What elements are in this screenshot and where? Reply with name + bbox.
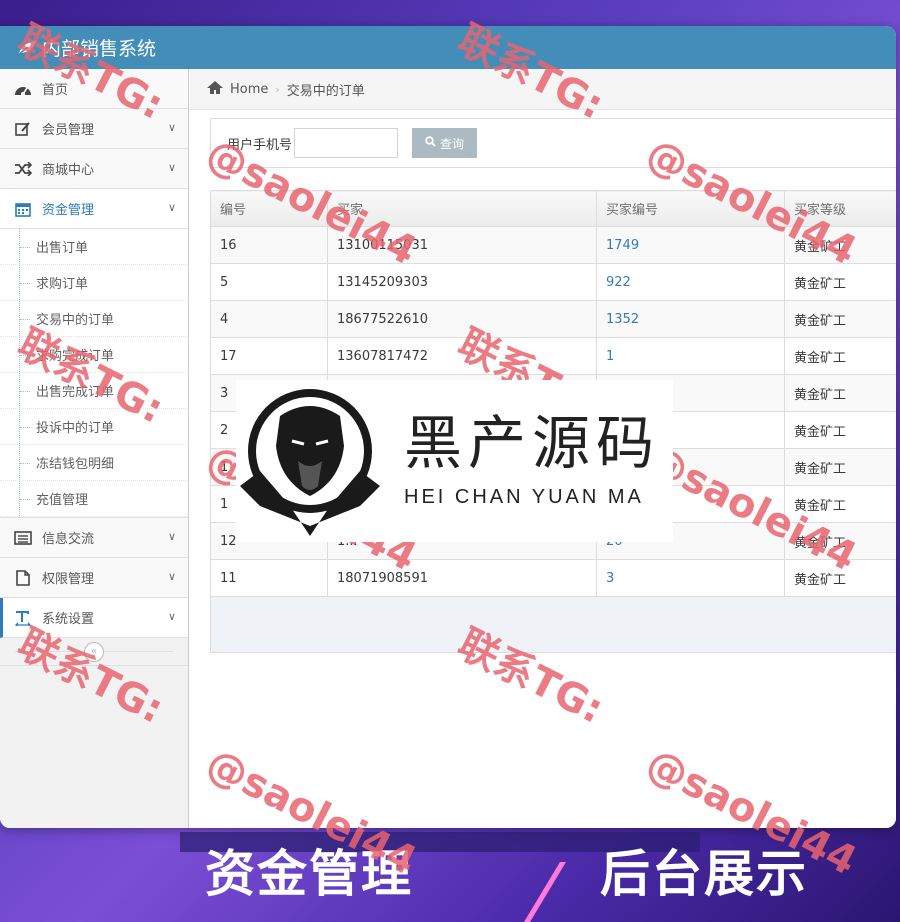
sidebar-item-home[interactable]: 首页 [0, 69, 188, 109]
search-icon [425, 136, 436, 150]
table-header-row: 编号 买家 买家编号 买家等级 [210, 190, 896, 227]
shuffle-icon [12, 160, 34, 178]
cell-buyer-id[interactable]: 922 [596, 263, 785, 301]
dashboard-icon [12, 80, 34, 98]
chevron-down-icon: ∨ [167, 161, 176, 174]
phone-field-label: 用户手机号 [227, 137, 293, 153]
footer-title-left: 资金管理 [205, 845, 413, 903]
app-title[interactable]: 内部销售系统 [42, 34, 156, 61]
double-chevron-left-icon: « [84, 641, 104, 662]
cell-id: 4 [210, 300, 328, 338]
breadcrumb: Home › 交易中的订单 [190, 69, 896, 110]
slash-decoration [524, 862, 566, 922]
column-header-buyer-id[interactable]: 买家编号 [596, 190, 785, 227]
cell-buyer-id[interactable]: 3 [596, 559, 785, 597]
chevron-down-icon: ∨ [167, 610, 176, 623]
sidebar-item-label: 商城中心 [42, 163, 95, 178]
text-width-icon [12, 609, 34, 627]
chevron-down-icon: ∨ [167, 121, 176, 134]
sidebar: 首页 会员管理 ∨ 商城中心 ∨ 资金管理 ∨ 出售订单 求购订单 交易中的订单… [0, 69, 189, 828]
cell-buyer-level: 黄金矿工 [784, 374, 896, 412]
table-row: 11 18071908591 3 黄金矿工 [210, 559, 896, 597]
submenu-sell-completed[interactable]: 出售完成订单 [0, 373, 188, 409]
cell-id: 16 [210, 226, 328, 264]
cell-buyer: 18071908591 [327, 559, 597, 597]
sidebar-item-messages[interactable]: 信息交流 ∨ [0, 518, 188, 558]
submenu-sell-orders[interactable]: 出售订单 [0, 229, 188, 265]
table-row: 17 13607817472 1 黄金矿工 [210, 337, 896, 375]
cell-buyer: 13100115031 [327, 226, 597, 264]
chevron-down-icon: ∨ [167, 201, 176, 214]
breadcrumb-separator-icon: › [275, 82, 280, 96]
cell-buyer-level: 黄金矿工 [784, 411, 896, 449]
search-button-label: 查询 [440, 136, 465, 151]
cell-buyer-level: 黄金矿工 [784, 522, 896, 560]
cell-buyer-id[interactable]: 1749 [596, 226, 785, 264]
cell-buyer-level: 黄金矿工 [784, 337, 896, 375]
table-footer [210, 597, 896, 653]
sidebar-item-label: 资金管理 [42, 203, 95, 218]
cell-buyer: 18677522610 [327, 300, 597, 338]
table-row: 16 13100115031 1749 黄金矿工 [210, 226, 896, 264]
warrior-emblem-icon [240, 389, 380, 536]
footer-title-right: 后台展示 [600, 845, 808, 903]
chevron-down-icon: ∨ [167, 570, 176, 583]
sidebar-item-label: 权限管理 [42, 572, 95, 587]
leaf-icon [16, 39, 38, 57]
logo-text: 黑产源码 HEI CHAN YUAN MA [404, 414, 660, 509]
home-icon [206, 80, 224, 99]
cell-id: 11 [210, 559, 328, 597]
logo-overlay: 黑产源码 HEI CHAN YUAN MA [236, 380, 673, 542]
submenu-buy-orders[interactable]: 求购订单 [0, 265, 188, 301]
edit-icon [12, 120, 34, 138]
file-icon [12, 569, 34, 587]
cell-id: 5 [210, 263, 328, 301]
cell-buyer: 13607817472 [327, 337, 597, 375]
cell-buyer-level: 黄金矿工 [784, 226, 896, 264]
sidebar-item-permissions[interactable]: 权限管理 ∨ [0, 558, 188, 598]
logo-english-title: HEI CHAN YUAN MA [404, 485, 644, 508]
breadcrumb-home-link[interactable]: Home [230, 82, 268, 97]
column-header-buyer-level[interactable]: 买家等级 [784, 190, 896, 227]
cell-buyer-level: 黄金矿工 [784, 300, 896, 338]
search-button[interactable]: 查询 [412, 128, 478, 158]
sidebar-item-members[interactable]: 会员管理 ∨ [0, 109, 188, 149]
submenu-trading-orders[interactable]: 交易中的订单 [0, 301, 188, 337]
cell-buyer-id[interactable]: 1 [596, 337, 785, 375]
table-row: 5 13145209303 922 黄金矿工 [210, 263, 896, 301]
sidebar-item-label: 系统设置 [42, 612, 95, 627]
cell-buyer-level: 黄金矿工 [784, 448, 896, 486]
cell-buyer-level: 黄金矿工 [784, 263, 896, 301]
column-header-buyer[interactable]: 买家 [327, 190, 597, 227]
breadcrumb-current: 交易中的订单 [286, 83, 365, 99]
funds-submenu: 出售订单 求购订单 交易中的订单 求购完成订单 出售完成订单 投诉中的订单 冻结… [0, 229, 188, 518]
phone-search-input[interactable] [294, 128, 399, 158]
sidebar-item-settings[interactable]: 系统设置 ∨ [0, 598, 188, 638]
logo-chinese-title: 黑产源码 [404, 408, 661, 477]
chevron-down-icon: ∨ [167, 530, 176, 543]
sidebar-collapse-button[interactable]: « [0, 638, 188, 666]
sidebar-item-label: 会员管理 [42, 123, 95, 138]
submenu-frozen-wallet[interactable]: 冻结钱包明细 [0, 445, 188, 481]
column-header-id[interactable]: 编号 [210, 190, 328, 227]
calendar-icon [12, 200, 34, 218]
cell-buyer-level: 黄金矿工 [784, 559, 896, 597]
cell-buyer: 13145209303 [327, 263, 597, 301]
sidebar-item-label: 首页 [42, 83, 69, 98]
table-row: 4 18677522610 1352 黄金矿工 [210, 300, 896, 338]
sidebar-item-mall[interactable]: 商城中心 ∨ [0, 149, 188, 189]
submenu-complaint-orders[interactable]: 投诉中的订单 [0, 409, 188, 445]
navbar: 内部销售系统 [0, 26, 896, 69]
submenu-recharge[interactable]: 充值管理 [0, 481, 188, 517]
search-form: 用户手机号 查询 [210, 118, 896, 168]
submenu-buy-completed[interactable]: 求购完成订单 [0, 337, 188, 373]
sidebar-item-funds[interactable]: 资金管理 ∨ [0, 189, 188, 229]
cell-id: 17 [210, 337, 328, 375]
sidebar-item-label: 信息交流 [42, 532, 95, 547]
list-alt-icon [12, 529, 34, 547]
cell-buyer-id[interactable]: 1352 [596, 300, 785, 338]
cell-buyer-level: 黄金矿工 [784, 485, 896, 523]
